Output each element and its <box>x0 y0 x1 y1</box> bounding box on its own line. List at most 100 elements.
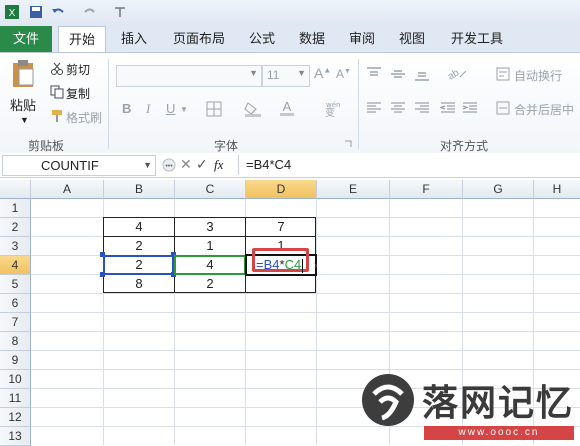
column-header-b[interactable]: B <box>104 180 175 199</box>
shrink-font-icon[interactable]: A▼ <box>336 67 351 81</box>
insert-function-icon[interactable]: fx <box>214 157 223 173</box>
cell-c5[interactable]: 2 <box>175 274 245 293</box>
underline-button[interactable]: U <box>166 101 175 116</box>
tab-file[interactable]: 文件 <box>0 26 52 52</box>
cancel-icon[interactable]: ✕ <box>180 156 192 173</box>
bold-button[interactable]: B <box>122 101 131 116</box>
orientation-icon[interactable]: ab <box>446 65 468 84</box>
cell-b5[interactable]: 8 <box>104 274 174 293</box>
row-header-6[interactable]: 6 <box>0 294 31 313</box>
cell-c3[interactable]: 1 <box>175 236 245 255</box>
tab-page-layout[interactable]: 页面布局 <box>166 26 232 52</box>
column-header-d[interactable]: D <box>246 180 317 199</box>
customize-toolbar-icon[interactable] <box>112 4 128 20</box>
row-header-7[interactable]: 7 <box>0 313 31 332</box>
italic-button[interactable]: I <box>146 101 150 117</box>
increase-indent-icon[interactable] <box>462 101 478 118</box>
paste-icon[interactable] <box>10 59 36 92</box>
tab-home[interactable]: 开始 <box>58 26 106 53</box>
cell-c2[interactable]: 3 <box>175 217 245 236</box>
copy-icon[interactable] <box>50 85 64 102</box>
font-group-label: 字体 <box>214 139 239 153</box>
scissors-icon[interactable] <box>50 61 64 78</box>
svg-text:ab: ab <box>446 67 461 81</box>
decrease-indent-icon[interactable] <box>439 101 456 118</box>
tab-developer[interactable]: 开发工具 <box>444 26 510 52</box>
row-header-8[interactable]: 8 <box>0 332 31 351</box>
align-top-icon[interactable] <box>366 67 382 84</box>
tab-view[interactable]: 视图 <box>390 26 434 52</box>
merge-center-button[interactable]: 合并后居中 <box>514 101 574 118</box>
more-icon[interactable]: ••• <box>162 157 176 176</box>
cell-d2[interactable]: 7 <box>246 217 316 236</box>
column-header-a[interactable]: A <box>31 180 104 199</box>
font-size-value: 11 <box>267 68 280 82</box>
row-header-4[interactable]: 4 <box>0 256 31 275</box>
cell-d4-editing-formula[interactable]: =B4*C4 <box>256 255 304 274</box>
tab-insert[interactable]: 插入 <box>112 26 156 52</box>
svg-text:•••: ••• <box>165 163 173 170</box>
borders-icon[interactable] <box>206 101 222 120</box>
cell-b3[interactable]: 2 <box>104 236 174 255</box>
align-center-icon[interactable] <box>390 101 406 118</box>
grow-font-icon[interactable]: A▲ <box>314 65 331 81</box>
wrap-text-button[interactable]: 自动换行 <box>514 67 562 84</box>
row-header-9[interactable]: 9 <box>0 351 31 370</box>
row-header-5[interactable]: 5 <box>0 275 31 294</box>
cut-button[interactable]: 剪切 <box>66 61 90 78</box>
align-right-icon[interactable] <box>414 101 430 118</box>
format-painter-icon[interactable] <box>50 109 64 126</box>
formula-input[interactable]: =B4*C4 <box>246 157 291 172</box>
align-bottom-icon[interactable] <box>414 67 430 84</box>
font-dialog-launcher-icon[interactable] <box>344 137 352 151</box>
watermark-text: 落网记忆 <box>422 383 575 424</box>
merge-center-icon[interactable] <box>496 101 510 118</box>
align-middle-icon[interactable] <box>390 67 406 84</box>
name-box-value: COUNTIF <box>41 158 99 173</box>
row-header-1[interactable]: 1 <box>0 199 31 218</box>
svg-text:A: A <box>283 99 292 114</box>
chevron-down-icon[interactable]: ▼ <box>20 115 29 125</box>
row-header-10[interactable]: 10 <box>0 370 31 389</box>
row-header-2[interactable]: 2 <box>0 218 31 237</box>
name-box[interactable]: COUNTIF ▼ <box>2 155 156 176</box>
row-header-11[interactable]: 11 <box>0 389 31 408</box>
undo-icon[interactable] <box>50 4 66 20</box>
column-header-c[interactable]: C <box>175 180 246 199</box>
font-color-icon[interactable]: A <box>278 99 296 120</box>
chevron-down-icon[interactable]: ▼ <box>180 105 188 114</box>
watermark: 落网记忆 www.oooc.cn <box>352 368 578 444</box>
tab-formulas[interactable]: 公式 <box>240 26 284 52</box>
column-header-e[interactable]: E <box>317 180 390 199</box>
phonetic-icon[interactable]: wén 变 <box>322 99 344 120</box>
tab-data[interactable]: 数据 <box>290 26 334 52</box>
cell-b2[interactable]: 4 <box>104 217 174 236</box>
format-painter-button[interactable]: 格式刷 <box>66 109 102 126</box>
reference-handle[interactable] <box>100 252 105 257</box>
redo-icon[interactable] <box>82 4 98 20</box>
column-header-h[interactable]: H <box>534 180 580 199</box>
row-header-13[interactable]: 13 <box>0 427 31 446</box>
reference-handle[interactable] <box>100 272 105 277</box>
column-header-f[interactable]: F <box>390 180 463 199</box>
chevron-down-icon[interactable]: ▼ <box>143 156 152 175</box>
wrap-text-icon[interactable] <box>496 67 510 84</box>
align-left-icon[interactable] <box>366 101 382 118</box>
enter-check-icon[interactable]: ✓ <box>196 156 208 173</box>
font-name-combobox[interactable]: ▼ <box>116 65 262 87</box>
tab-review[interactable]: 审阅 <box>340 26 384 52</box>
column-header-g[interactable]: G <box>463 180 534 199</box>
fill-color-icon[interactable] <box>244 101 262 120</box>
copy-button[interactable]: 复制 <box>66 85 90 102</box>
row-header-3[interactable]: 3 <box>0 237 31 256</box>
fill-handle-icon[interactable]: › <box>314 260 318 272</box>
ribbon: 粘贴 ▼ 剪切 复制 格式刷 剪贴板 ▼ 11 ▼ A▲ A▼ B I U ▼ … <box>0 52 580 154</box>
gridline <box>31 350 580 351</box>
excel-logo-icon: X <box>4 4 20 20</box>
formula-ref-c4: C4 <box>284 257 302 272</box>
font-size-combobox[interactable]: 11 ▼ <box>262 65 310 87</box>
row-header-12[interactable]: 12 <box>0 408 31 427</box>
select-all-corner[interactable] <box>0 180 31 199</box>
paste-button[interactable]: 粘贴 <box>10 95 36 114</box>
save-icon[interactable] <box>28 4 44 20</box>
